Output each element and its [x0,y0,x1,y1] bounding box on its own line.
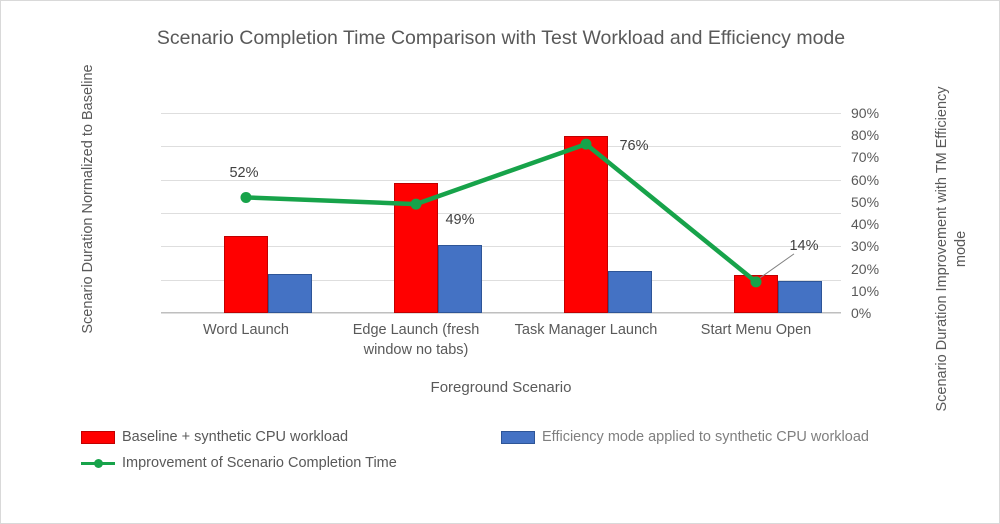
y-axis-right-tick-label: 50% [851,193,880,210]
bar-baseline[interactable] [394,183,438,313]
chart-container: Scenario Completion Time Comparison with… [0,0,1000,524]
x-axis-category-label: Edge Launch (fresh window no tabs) [352,322,480,358]
line-data-label: 14% [789,237,819,254]
y-axis-right-title: Scenario Duration Improvement with TM Ef… [934,86,969,412]
x-axis-category-label: Word Launch [203,322,289,338]
bar-efficiency[interactable] [438,245,482,313]
bar-efficiency[interactable] [778,281,822,313]
legend-label-baseline: Baseline + synthetic CPU workload [122,429,349,445]
chart-legend: Baseline + synthetic CPU workload Effici… [81,429,941,481]
y-axis-right-tick-label: 10% [851,282,880,299]
y-axis-right-tick-label: 30% [851,238,880,255]
legend-row-2: Improvement of Scenario Completion Time [81,455,941,471]
y-axis-right-tick-label: 0% [851,305,872,321]
bar-group [161,113,331,313]
y-axis-left-title: Scenario Duration Normalized to Baseline [80,64,96,334]
y-axis-right-tick-label: 80% [851,127,880,144]
blue-square-swatch-icon [501,430,535,444]
legend-item-improvement[interactable]: Improvement of Scenario Completion Time [81,455,397,471]
line-data-label: 76% [619,138,649,155]
y-axis-right-tick-label: 70% [851,149,880,166]
gridline [161,313,841,314]
x-axis-category-label: Start Menu Open [700,322,812,338]
legend-item-efficiency[interactable]: Efficiency mode applied to synthetic CPU… [501,429,869,445]
bar-efficiency[interactable] [608,270,652,313]
bar-baseline[interactable] [734,275,778,313]
bar-baseline[interactable] [564,136,608,313]
bar-group [671,113,841,313]
x-axis-category-label: Task Manager Launch [514,322,658,338]
line-data-label: 49% [445,212,475,229]
y-axis-right-tick-label: 40% [851,216,880,233]
bar-baseline[interactable] [224,235,268,313]
y-axis-right-tick-label: 60% [851,171,880,188]
legend-row-1: Baseline + synthetic CPU workload Effici… [81,429,941,445]
y-axis-right-tick-label: 90% [851,105,880,121]
green-line-marker-swatch-icon [81,457,115,470]
bar-efficiency[interactable] [268,274,312,313]
plot-area: 0%100%200%300%400%500%600% 0%10%20%30%40… [161,105,879,321]
x-axis-title: Foreground Scenario [430,379,572,396]
legend-label-efficiency: Efficiency mode applied to synthetic CPU… [542,429,869,445]
bar-group [331,113,501,313]
line-data-label: 52% [229,165,259,182]
legend-item-baseline[interactable]: Baseline + synthetic CPU workload [81,429,501,445]
y-axis-right-tick-label: 20% [851,260,880,277]
legend-label-improvement: Improvement of Scenario Completion Time [122,455,397,471]
red-square-swatch-icon [81,430,115,444]
x-axis-category-labels: Word Launch Edge Launch (fresh window no … [161,321,841,371]
chart-title: Scenario Completion Time Comparison with… [156,27,846,49]
